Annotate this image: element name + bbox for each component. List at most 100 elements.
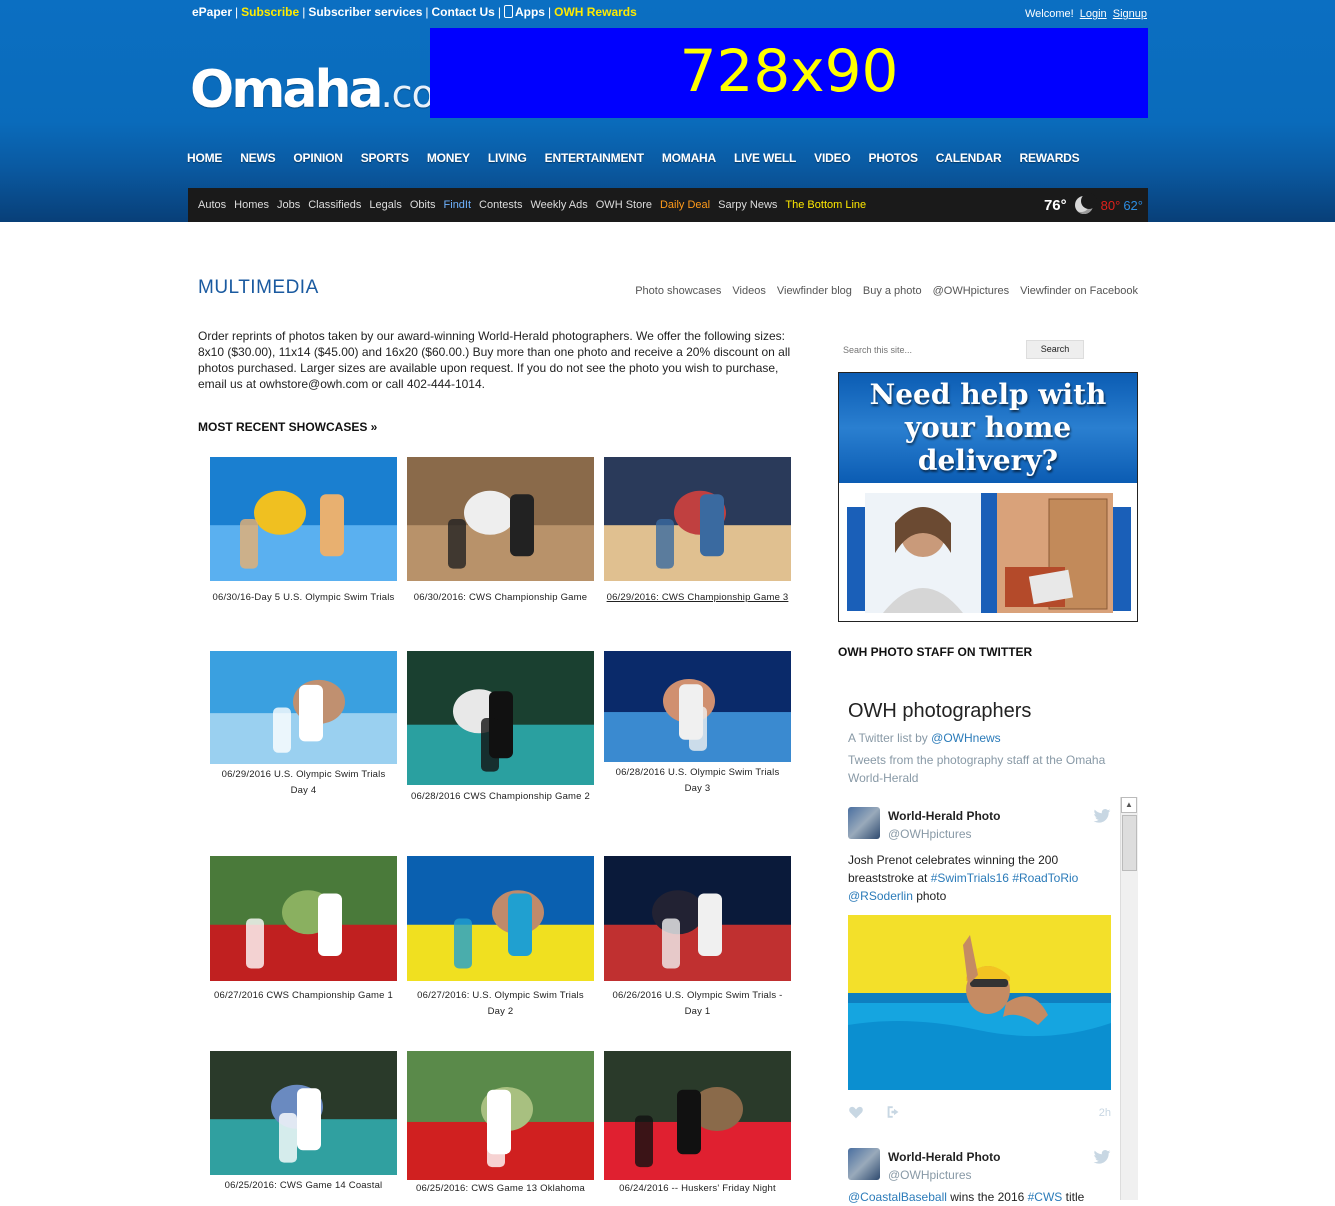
subnav-findit[interactable]: FindIt [444,199,472,211]
search-input[interactable] [838,340,1020,360]
nav-live-well[interactable]: LIVE WELL [734,151,796,165]
nav-photos[interactable]: PHOTOS [869,151,918,165]
subnav-sarpy-news[interactable]: Sarpy News [718,199,777,211]
showcase-item[interactable]: 06/30/2016: CWS Championship Game [407,457,594,606]
showcase-photo[interactable] [210,651,397,764]
mention-rsoderlin[interactable]: @RSoderlin [848,889,913,903]
search-button[interactable]: Search [1026,340,1084,359]
showcase-item[interactable]: 06/29/2016 U.S. Olympic Swim Trials Day … [210,651,397,799]
showcase-photo[interactable] [407,856,594,981]
showcase-photo[interactable] [407,651,594,785]
showcase-photo[interactable] [210,457,397,581]
site-logo[interactable]: Omaha.com [190,55,471,129]
subscribe-link[interactable]: Subscribe [241,5,299,19]
section-link-photo-showcases[interactable]: Photo showcases [635,285,721,297]
subnav-owh-store[interactable]: OWH Store [596,199,652,211]
showcase-caption[interactable]: 06/28/2016 CWS Championship Game 2 [407,789,594,805]
tweet[interactable]: World-Herald Photo @OWHpictures @Coastal… [848,1148,1111,1204]
showcase-item[interactable]: 06/25/2016: CWS Game 14 Coastal [210,1051,397,1194]
showcase-caption[interactable]: 06/25/2016: CWS Game 14 Coastal [210,1178,397,1194]
showcase-item[interactable]: 06/30/16-Day 5 U.S. Olympic Swim Trials [210,457,397,606]
subnav-obits[interactable]: Obits [410,199,436,211]
subnav-contests[interactable]: Contests [479,199,522,211]
login-link[interactable]: Login [1080,8,1107,20]
showcase-photo[interactable] [604,856,791,981]
subnav-jobs[interactable]: Jobs [277,199,300,211]
showcase-caption[interactable]: 06/27/2016: U.S. Olympic Swim Trials Day… [407,988,594,1020]
showcase-item[interactable]: 06/27/2016: U.S. Olympic Swim Trials Day… [407,856,594,1020]
nav-living[interactable]: LIVING [488,151,527,165]
twitter-list-title[interactable]: OWH photographers [848,700,1138,723]
twitter-scrollbar[interactable]: ▲ [1120,797,1138,1200]
subnav-classifieds[interactable]: Classifieds [308,199,361,211]
tweet-author-handle[interactable]: @OWHpictures [888,827,972,841]
subnav-weekly-ads[interactable]: Weekly Ads [530,199,587,211]
showcase-item[interactable]: 06/26/2016 U.S. Olympic Swim Trials - Da… [604,856,791,1020]
showcase-item[interactable]: 06/28/2016 CWS Championship Game 2 [407,651,594,805]
weather-widget[interactable]: 76° 80° 62° [1044,193,1143,216]
subnav-legals[interactable]: Legals [369,199,401,211]
share-icon[interactable] [886,1105,902,1119]
showcase-item[interactable]: 06/29/2016: CWS Championship Game 3 [604,457,791,606]
showcase-caption[interactable]: 06/28/2016 U.S. Olympic Swim Trials Day … [604,765,791,797]
showcase-caption[interactable]: 06/29/2016: CWS Championship Game 3 [604,590,791,606]
showcase-caption[interactable]: 06/29/2016 U.S. Olympic Swim Trials Day … [210,767,397,799]
hashtag-swimtrials16[interactable]: #SwimTrials16 [931,871,1009,885]
nav-sports[interactable]: SPORTS [361,151,409,165]
subnav-homes[interactable]: Homes [234,199,269,211]
epaper-link[interactable]: ePaper [192,5,232,19]
showcase-photo[interactable] [604,457,791,581]
showcase-photo[interactable] [407,457,594,581]
showcase-caption[interactable]: 06/25/2016: CWS Game 13 Oklahoma [407,1181,594,1197]
subnav-autos[interactable]: Autos [198,199,226,211]
like-heart-icon[interactable] [848,1105,864,1119]
showcase-item[interactable]: 06/25/2016: CWS Game 13 Oklahoma [407,1051,594,1197]
section-link-viewfinder-on-facebook[interactable]: Viewfinder on Facebook [1020,285,1138,297]
showcase-item[interactable]: 06/27/2016 CWS Championship Game 1 [210,856,397,1004]
nav-calendar[interactable]: CALENDAR [936,151,1002,165]
subnav-the-bottom-line[interactable]: The Bottom Line [785,199,866,211]
tweet-author-handle[interactable]: @OWHpictures [888,1168,972,1182]
showcase-caption[interactable]: 06/30/16-Day 5 U.S. Olympic Swim Trials [210,590,397,606]
hashtag-cws[interactable]: #CWS [1028,1190,1063,1204]
nav-momaha[interactable]: MOMAHA [662,151,716,165]
avatar[interactable] [848,1148,880,1180]
section-link-videos[interactable]: Videos [732,285,765,297]
avatar[interactable] [848,807,880,839]
nav-home[interactable]: HOME [187,151,222,165]
showcase-photo[interactable] [210,856,397,981]
tweet-photo[interactable] [848,915,1111,1090]
apps-link[interactable]: Apps [515,5,545,19]
subscriber-services-link[interactable]: Subscriber services [308,5,422,19]
mention-coastalbaseball[interactable]: @CoastalBaseball [848,1190,947,1204]
showcase-caption[interactable]: 06/26/2016 U.S. Olympic Swim Trials - Da… [604,988,791,1020]
showcase-item[interactable]: 06/28/2016 U.S. Olympic Swim Trials Day … [604,651,791,797]
home-delivery-ad[interactable]: Need help with your home delivery? [838,372,1138,622]
scroll-thumb[interactable] [1122,815,1137,871]
showcase-caption[interactable]: 06/30/2016: CWS Championship Game [407,590,594,606]
nav-opinion[interactable]: OPINION [293,151,342,165]
scroll-up-icon[interactable]: ▲ [1121,797,1137,813]
owhnews-link[interactable]: @OWHnews [931,731,1001,745]
nav-rewards[interactable]: REWARDS [1020,151,1080,165]
showcase-photo[interactable] [604,651,791,762]
showcase-photo[interactable] [604,1051,791,1180]
tweet-author-name[interactable]: World-Herald Photo [888,809,1000,823]
twitter-bird-icon[interactable] [1093,1150,1111,1164]
showcase-photo[interactable] [407,1051,594,1180]
nav-money[interactable]: MONEY [427,151,470,165]
signup-link[interactable]: Signup [1113,8,1147,20]
nav-news[interactable]: NEWS [240,151,275,165]
rewards-link[interactable]: OWH Rewards [554,5,637,19]
section-link--owhpictures[interactable]: @OWHpictures [933,285,1010,297]
contact-link[interactable]: Contact Us [432,5,495,19]
subnav-daily-deal[interactable]: Daily Deal [660,199,710,211]
showcase-caption[interactable]: 06/24/2016 -- Huskers' Friday Night [604,1181,791,1197]
section-link-buy-a-photo[interactable]: Buy a photo [863,285,922,297]
showcase-caption[interactable]: 06/27/2016 CWS Championship Game 1 [210,988,397,1004]
tweet[interactable]: World-Herald Photo @OWHpictures Josh Pre… [848,807,1111,1127]
tweet-timestamp[interactable]: 2h [1099,1107,1111,1119]
twitter-bird-icon[interactable] [1093,809,1111,823]
recent-showcases-link[interactable]: MOST RECENT SHOWCASES » [198,420,377,434]
hashtag-roadtorio[interactable]: #RoadToRio [1012,871,1078,885]
